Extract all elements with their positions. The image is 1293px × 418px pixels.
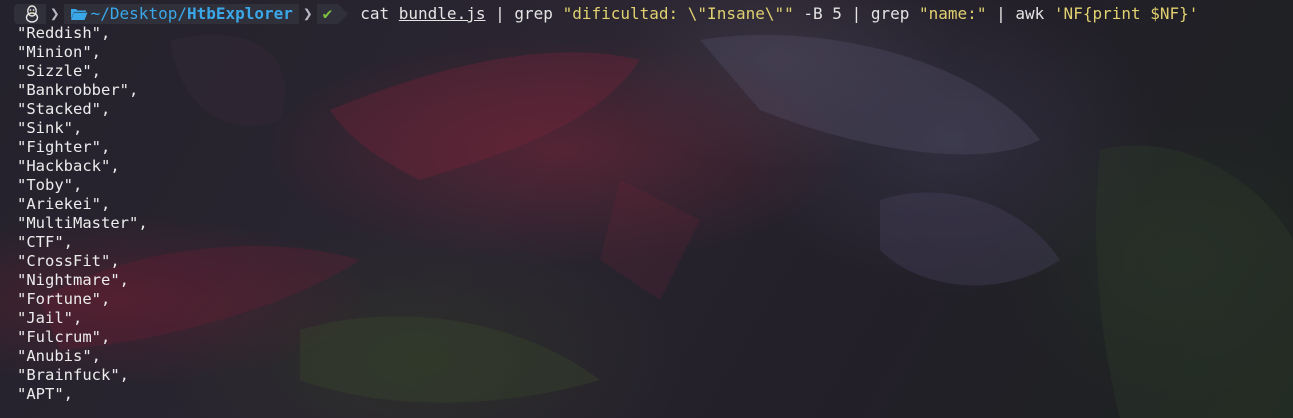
prompt-separator-chevron-icon: ❯	[302, 4, 313, 23]
command-output: "Reddish", "Minion", "Sizzle", "Bankrobb…	[17, 24, 148, 404]
output-line: "Ariekei",	[17, 195, 111, 213]
output-line: "Jail",	[17, 309, 83, 327]
prompt-os-segment	[14, 4, 46, 24]
prompt-separator-chevron-icon: ❯	[50, 4, 60, 23]
command-awk: awk	[1015, 4, 1045, 23]
command-pattern-string: "dificultad: \"Insane\""	[562, 4, 794, 23]
prompt-end-arrow	[338, 4, 349, 24]
command-cat: cat	[360, 4, 390, 23]
output-line: "Fighter",	[17, 138, 111, 156]
prompt-status-segment: ✔	[316, 4, 339, 24]
output-line: "APT",	[17, 385, 73, 403]
command-pipe: |	[996, 4, 1006, 23]
output-line: "Anubis",	[17, 347, 101, 365]
output-line: "MultiMaster",	[17, 214, 148, 232]
output-line: "Fulcrum",	[17, 328, 111, 346]
command-text[interactable]: cat bundle.js | grep "dificultad: \"Insa…	[360, 4, 1198, 24]
output-line: "CTF",	[17, 233, 73, 251]
prompt-path-base: ~/Desktop/	[90, 4, 187, 23]
prompt-path-segment: ~/Desktop/HtbExplorer	[63, 4, 299, 24]
shell-prompt-line: ❯ ~/Desktop/HtbExplorer ❯ ✔ cat bundle.j…	[14, 4, 1198, 24]
output-line: "Stacked",	[17, 100, 111, 118]
command-flag: -B 5	[803, 4, 842, 23]
output-line: "Minion",	[17, 43, 101, 61]
command-pipe: |	[851, 4, 862, 23]
output-line: "Bankrobber",	[17, 81, 139, 99]
command-awk-program: 'NF{print $NF}'	[1053, 4, 1199, 23]
wallpaper-art	[40, 34, 1293, 418]
output-line: "Sink",	[17, 119, 83, 137]
terminal-window[interactable]: ❯ ~/Desktop/HtbExplorer ❯ ✔ cat bundle.j…	[0, 0, 1293, 418]
folder-open-icon	[70, 9, 88, 20]
output-line: "Brainfuck",	[17, 366, 129, 384]
output-line: "Hackback",	[17, 157, 120, 175]
output-line: "CrossFit",	[17, 252, 120, 270]
output-line: "Sizzle",	[17, 62, 101, 80]
command-pattern-string: "name:"	[919, 4, 987, 23]
linux-tux-icon	[25, 5, 39, 23]
command-file-arg: bundle.js	[398, 4, 486, 23]
command-grep: grep	[870, 4, 910, 23]
output-line: "Toby",	[17, 176, 83, 194]
prompt-path-leaf: HtbExplorer	[186, 4, 293, 23]
command-grep: grep	[514, 4, 553, 23]
output-line: "Reddish",	[17, 24, 111, 42]
check-icon: ✔	[322, 4, 333, 23]
output-line: "Fortune",	[17, 290, 111, 308]
command-pipe: |	[495, 4, 505, 23]
output-line: "Nightmare",	[17, 271, 129, 289]
